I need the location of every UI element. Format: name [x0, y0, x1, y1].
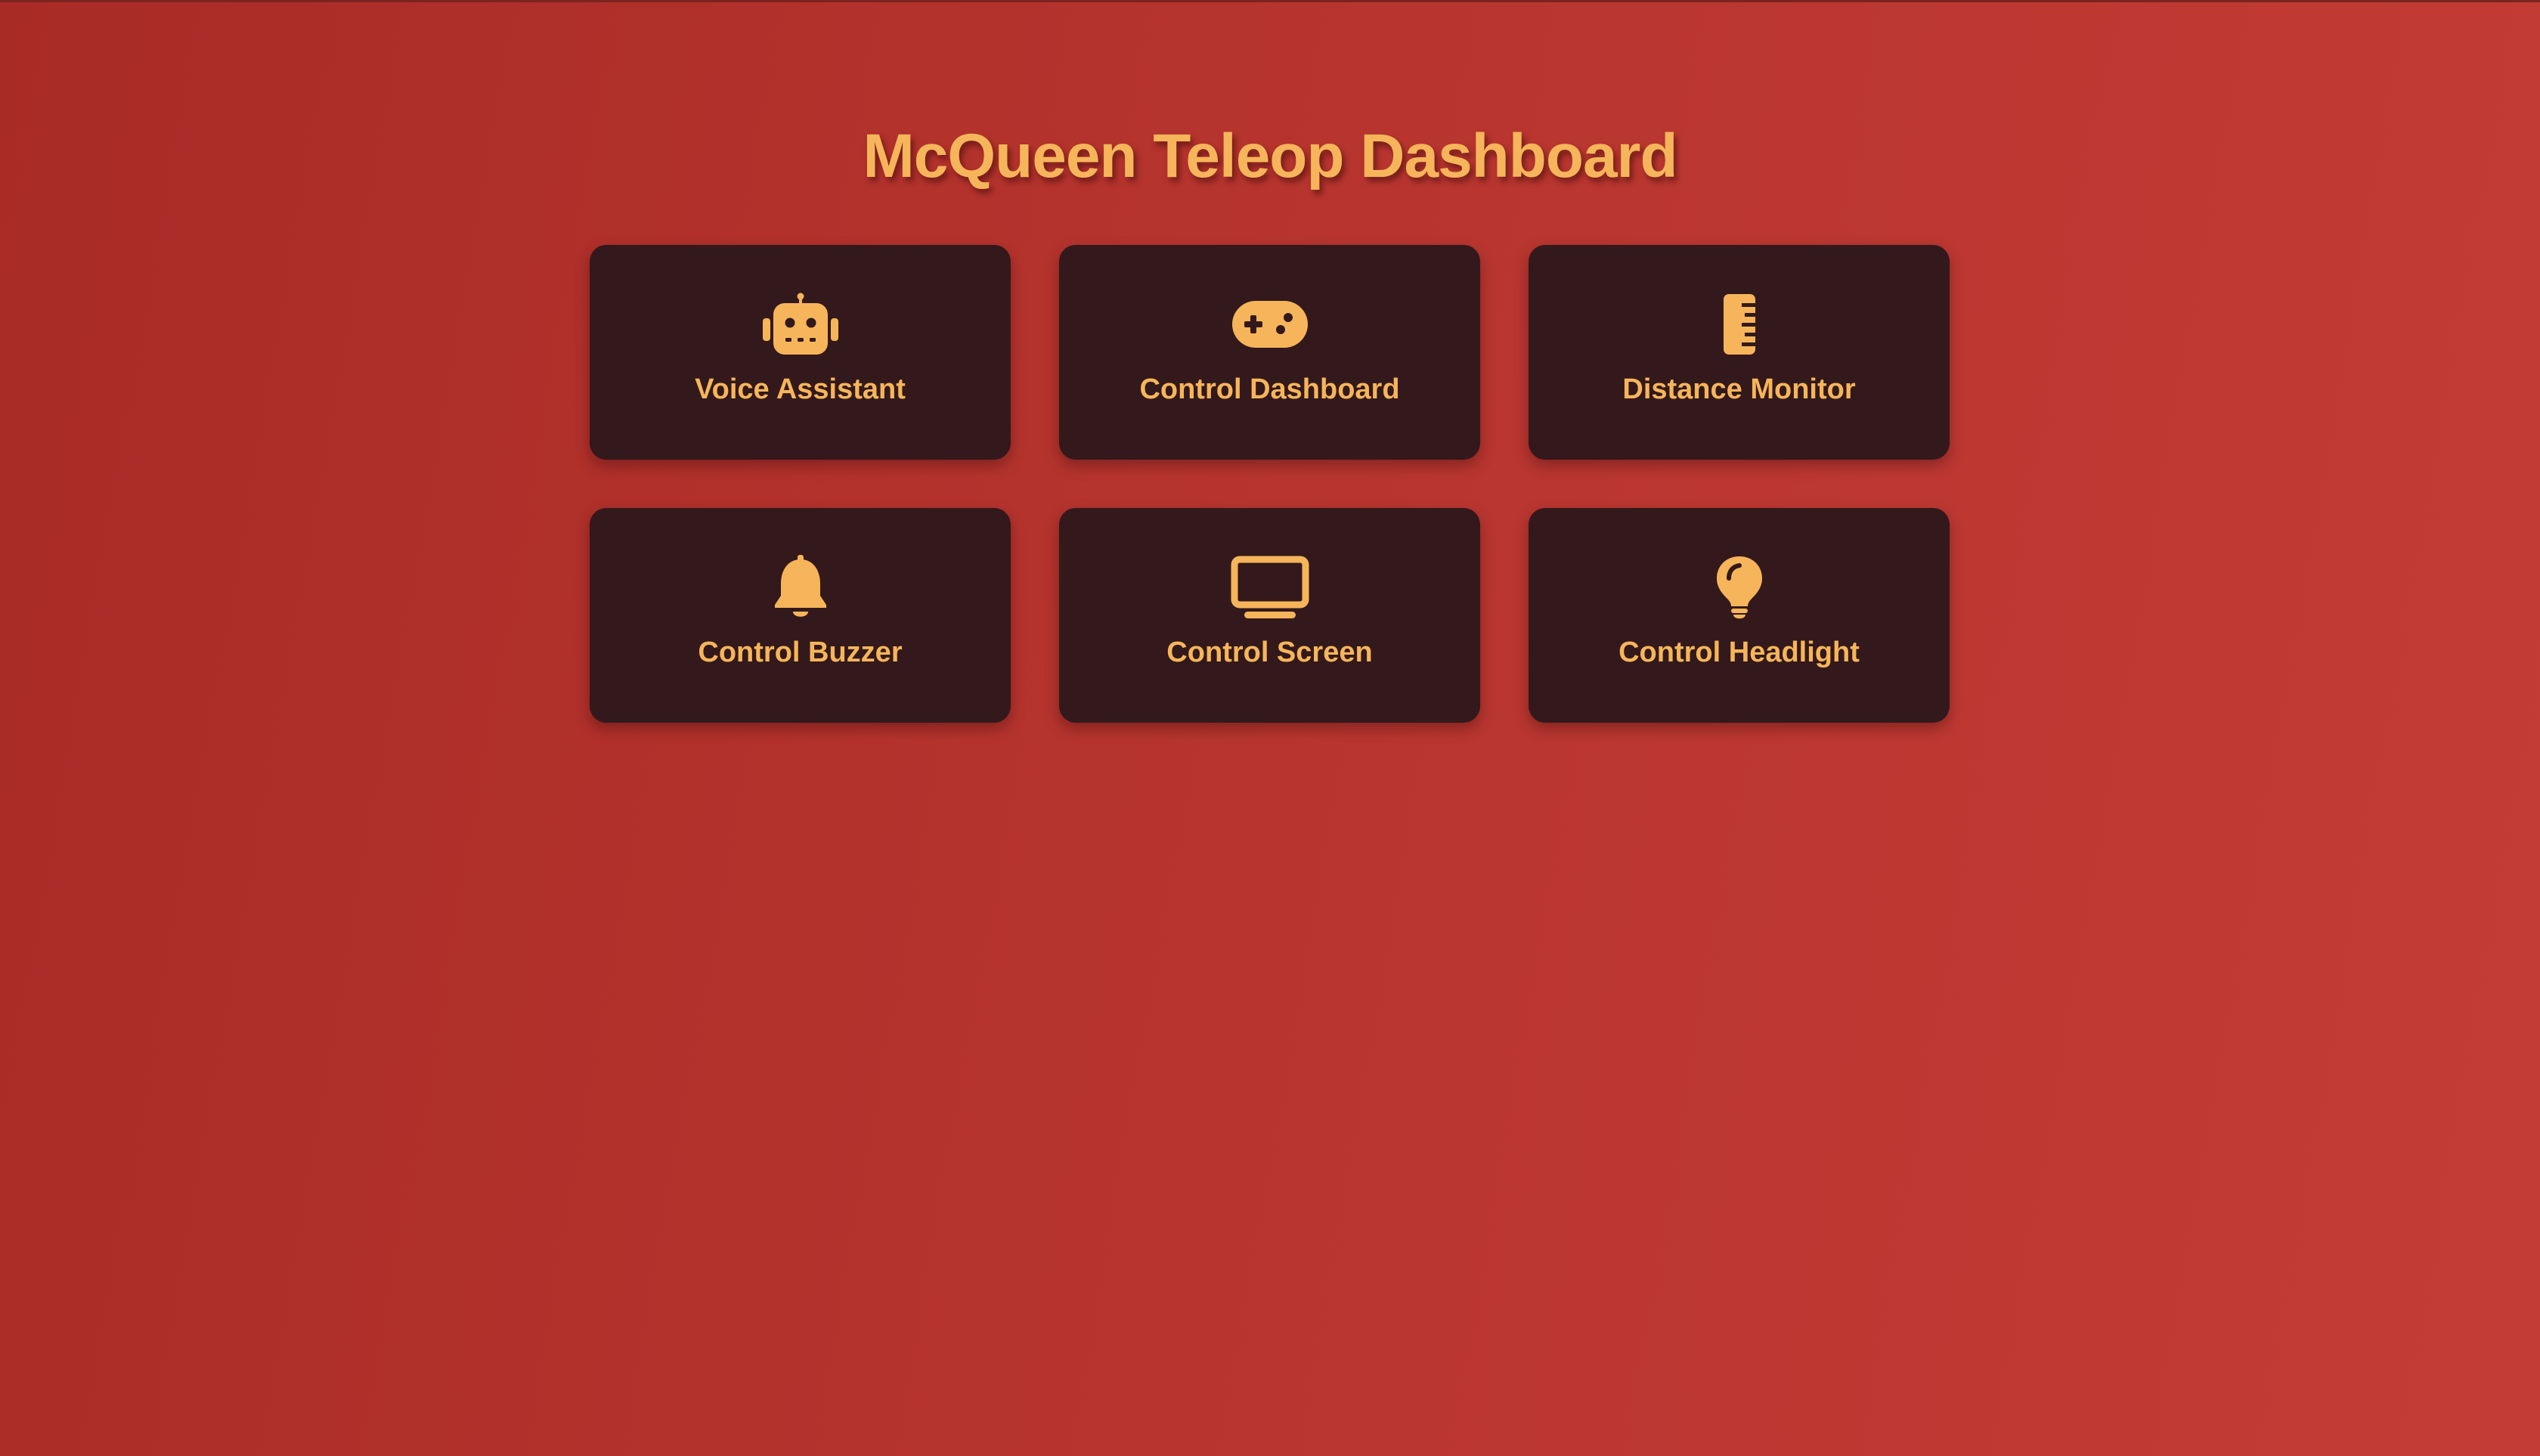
- control-screen-label: Control Screen: [1166, 637, 1373, 668]
- control-screen-card[interactable]: Control Screen: [1059, 508, 1480, 723]
- control-buzzer-card[interactable]: Control Buzzer: [590, 508, 1011, 723]
- voice-assistant-card[interactable]: Voice Assistant: [590, 245, 1011, 460]
- lightbulb-icon: [1698, 553, 1781, 621]
- voice-assistant-label: Voice Assistant: [695, 373, 906, 405]
- distance-monitor-label: Distance Monitor: [1622, 373, 1856, 405]
- control-buzzer-label: Control Buzzer: [698, 637, 903, 668]
- gamepad-icon: [1228, 290, 1312, 358]
- monitor-icon: [1228, 553, 1312, 621]
- robot-icon: [759, 290, 842, 358]
- control-dashboard-label: Control Dashboard: [1139, 373, 1400, 405]
- bell-icon: [759, 553, 842, 621]
- feature-grid: Voice Assistant Control Dashboard Distan…: [590, 245, 1950, 723]
- distance-monitor-card[interactable]: Distance Monitor: [1529, 245, 1950, 460]
- ruler-icon: [1698, 290, 1781, 358]
- top-border: [0, 0, 2540, 2]
- page-title: McQueen Teleop Dashboard: [863, 122, 1677, 191]
- control-dashboard-card[interactable]: Control Dashboard: [1059, 245, 1480, 460]
- control-headlight-card[interactable]: Control Headlight: [1529, 508, 1950, 723]
- control-headlight-label: Control Headlight: [1618, 637, 1860, 668]
